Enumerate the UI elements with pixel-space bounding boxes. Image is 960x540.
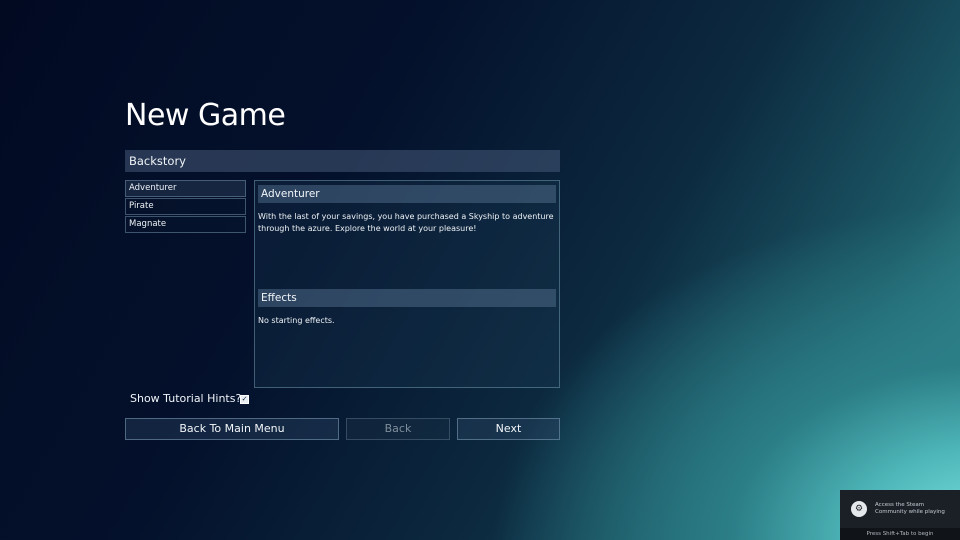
steam-overlay-notification[interactable]: ⚙ Access the Steam Community while playi… <box>840 490 960 540</box>
back-button[interactable]: Back <box>346 418 450 440</box>
tutorial-hints-checkbox[interactable]: ✓ <box>240 395 249 404</box>
effects-header: Effects <box>258 289 556 307</box>
steam-icon: ⚙ <box>851 501 867 517</box>
page-title: New Game <box>125 98 286 133</box>
tutorial-hints-label: Show Tutorial Hints? <box>130 392 242 405</box>
back-to-main-menu-button[interactable]: Back To Main Menu <box>125 418 339 440</box>
backstory-section-header: Backstory <box>125 150 560 172</box>
backstory-item-adventurer[interactable]: Adventurer <box>125 180 246 197</box>
effects-text: No starting effects. <box>258 316 335 325</box>
steam-overlay-footer: Press Shift+Tab to begin <box>840 528 960 540</box>
backstory-detail-panel: Adventurer With the last of your savings… <box>254 180 560 388</box>
backstory-item-magnate[interactable]: Magnate <box>125 216 246 233</box>
backstory-description: With the last of your savings, you have … <box>258 212 554 233</box>
backstory-list: Adventurer Pirate Magnate <box>125 180 246 234</box>
steam-overlay-message: Access the Steam Community while playing <box>875 502 945 515</box>
backstory-item-pirate[interactable]: Pirate <box>125 198 246 215</box>
backstory-detail-header: Adventurer <box>258 185 556 203</box>
next-button[interactable]: Next <box>457 418 560 440</box>
